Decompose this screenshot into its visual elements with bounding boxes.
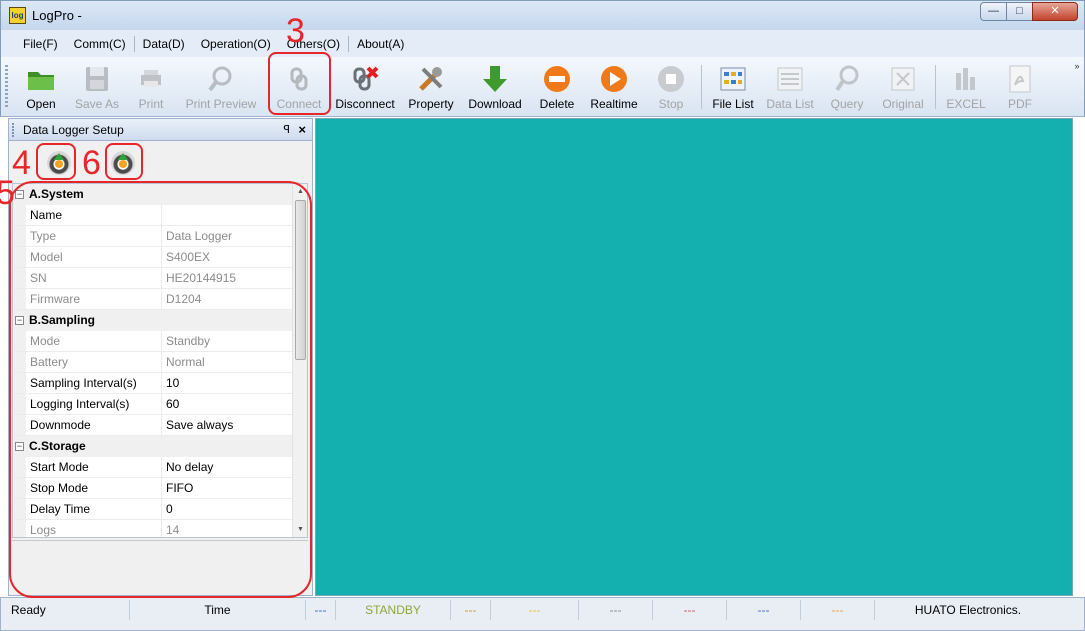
tools-icon bbox=[419, 67, 443, 91]
pdf-icon bbox=[1009, 65, 1031, 93]
toolbar-separator bbox=[935, 65, 936, 109]
status-time: Time bbox=[130, 600, 306, 620]
file-list-icon bbox=[720, 67, 746, 91]
magnifier-icon bbox=[208, 66, 232, 92]
status-field: --- bbox=[306, 600, 336, 620]
toolbar-grip[interactable] bbox=[5, 65, 8, 109]
minus-circle-icon bbox=[544, 66, 570, 92]
print-preview-button[interactable]: Print Preview bbox=[181, 61, 261, 113]
original-button[interactable]: Original bbox=[875, 61, 931, 113]
menu-comm[interactable]: Comm(C) bbox=[66, 34, 134, 54]
data-list-button[interactable]: Data List bbox=[761, 61, 819, 113]
main-workspace[interactable] bbox=[315, 118, 1073, 596]
panel-title: Data Logger Setup bbox=[23, 123, 124, 137]
status-bar: Ready Time --- STANDBY --- --- --- --- -… bbox=[0, 597, 1085, 631]
excel-icon bbox=[956, 68, 975, 90]
pin-icon[interactable]: ꟼ bbox=[283, 119, 290, 141]
file-list-button[interactable]: File List bbox=[707, 61, 759, 113]
minimize-button[interactable]: — bbox=[980, 2, 1007, 21]
window-title: LogPro - bbox=[32, 8, 82, 23]
stop-circle-icon bbox=[658, 66, 684, 92]
status-field: --- bbox=[451, 600, 491, 620]
print-button[interactable]: Print bbox=[125, 61, 177, 113]
download-button[interactable]: Download bbox=[463, 61, 527, 113]
data-list-icon bbox=[777, 67, 803, 91]
menu-data[interactable]: Data(D) bbox=[135, 34, 193, 54]
save-as-button[interactable]: Save As bbox=[71, 61, 123, 113]
toolbar-separator bbox=[701, 65, 702, 109]
annotation-number: 3 bbox=[286, 12, 305, 50]
menu-file[interactable]: File(F) bbox=[15, 34, 66, 54]
pdf-button[interactable]: PDF bbox=[995, 61, 1045, 113]
menu-about[interactable]: About(A) bbox=[349, 34, 412, 54]
open-button[interactable]: Open bbox=[15, 61, 67, 113]
toolbar: Open Save As Print Print Preview Connect bbox=[0, 57, 1085, 117]
annotation-number: 6 bbox=[82, 144, 101, 182]
folder-icon bbox=[28, 72, 54, 90]
query-magnifier-icon bbox=[835, 65, 859, 92]
status-field: --- bbox=[653, 600, 727, 620]
status-field: --- bbox=[727, 600, 801, 620]
stop-button[interactable]: Stop bbox=[647, 61, 695, 113]
toolbar-overflow-button[interactable]: » bbox=[1072, 61, 1082, 113]
floppy-icon bbox=[86, 67, 108, 91]
annotation-box-write bbox=[105, 143, 143, 180]
property-button[interactable]: Property bbox=[403, 61, 459, 113]
menu-operation[interactable]: Operation(O) bbox=[193, 34, 279, 54]
annotation-box-connect bbox=[268, 52, 331, 115]
realtime-button[interactable]: Realtime bbox=[585, 61, 643, 113]
status-field: --- bbox=[491, 600, 579, 620]
play-circle-icon bbox=[601, 66, 627, 92]
maximize-button[interactable]: □ bbox=[1006, 2, 1033, 21]
panel-grip-icon[interactable] bbox=[12, 123, 14, 137]
annotation-number: 5 bbox=[0, 174, 15, 212]
status-field: --- bbox=[801, 600, 875, 620]
broken-link-icon bbox=[353, 66, 379, 91]
annotation-box-read bbox=[36, 143, 76, 180]
app-logo-icon: log bbox=[9, 7, 26, 24]
status-field: --- bbox=[579, 600, 653, 620]
panel-close-button[interactable]: × bbox=[298, 119, 306, 141]
excel-button[interactable]: EXCEL bbox=[941, 61, 991, 113]
status-company: HUATO Electronics. bbox=[914, 603, 1022, 617]
status-mode: STANDBY bbox=[336, 600, 451, 620]
down-arrow-icon bbox=[483, 66, 507, 92]
annotation-box-grid bbox=[9, 181, 312, 598]
title-bar: log LogPro - — □ ✕ bbox=[0, 0, 1085, 30]
original-zoom-icon bbox=[891, 67, 915, 91]
printer-icon bbox=[141, 70, 161, 87]
close-window-button[interactable]: ✕ bbox=[1032, 2, 1078, 21]
delete-button[interactable]: Delete bbox=[533, 61, 581, 113]
query-button[interactable]: Query bbox=[823, 61, 871, 113]
panel-header: Data Logger Setup ꟼ × bbox=[9, 119, 312, 141]
menu-bar: File(F) Comm(C) Data(D) Operation(O) Oth… bbox=[0, 30, 1085, 57]
status-ready: Ready bbox=[7, 600, 130, 620]
disconnect-button[interactable]: Disconnect bbox=[331, 61, 399, 113]
